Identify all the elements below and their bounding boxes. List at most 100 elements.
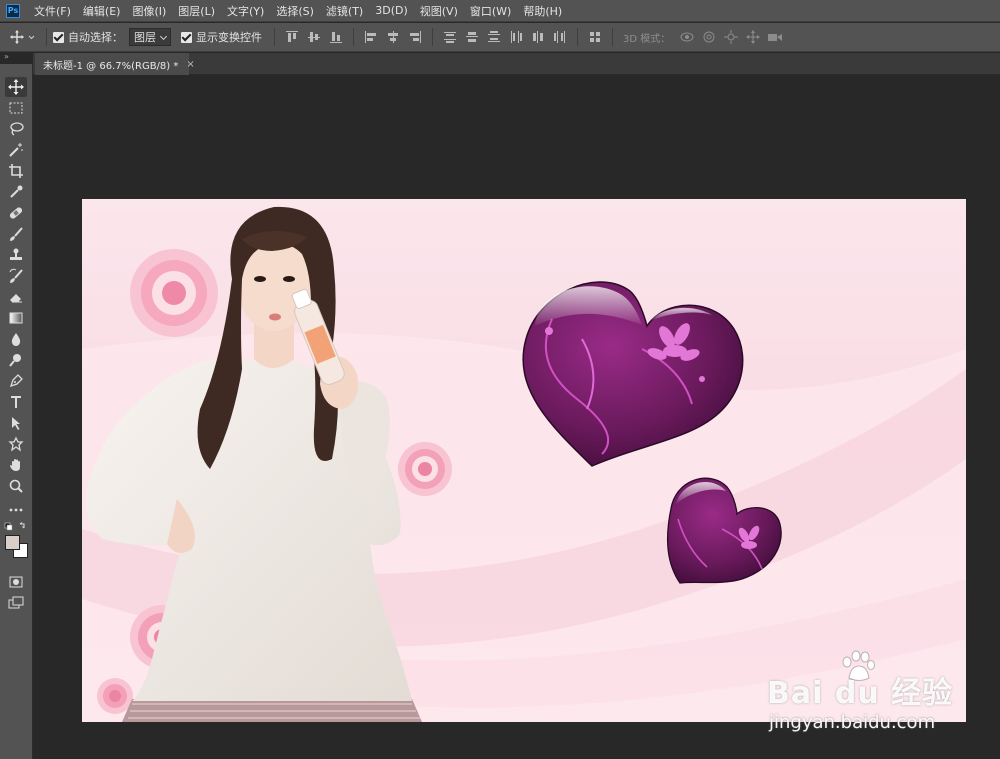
separator [612,28,613,46]
healing-brush-tool-button[interactable] [5,203,27,223]
watermark-url: jingyan.baidu.com [769,712,936,733]
distribute-top-icon [444,32,456,43]
align-left-edges-button[interactable] [362,28,380,46]
menu-filter[interactable]: 滤镜(T) [326,3,363,19]
magnifier-icon [9,479,23,493]
menu-layer[interactable]: 图层(L) [178,3,215,19]
3d-pan-icon [724,30,739,44]
align-bottom-edges-button[interactable] [327,28,345,46]
checkbox-checked-icon [53,31,64,43]
distribute-horizontal-centers-button[interactable] [529,28,547,46]
chevron-down-icon [159,32,168,41]
3d-slide-icon [746,30,761,44]
more-dots-icon [9,508,23,512]
hand-icon [10,459,20,471]
distribute-vertical-centers-button[interactable] [463,28,481,46]
checkbox-checked-icon [181,31,192,43]
menu-type[interactable]: 文字(Y) [227,3,264,19]
move-tool-button[interactable] [5,77,27,97]
history-brush-tool-button[interactable] [5,266,27,286]
menu-help[interactable]: 帮助(H) [523,3,562,19]
blur-tool-button[interactable] [5,329,27,349]
edit-toolbar-button[interactable] [5,500,27,520]
auto-select-target-value: 图层 [134,31,156,44]
toolbar-collapse-grip[interactable]: » [0,53,33,63]
distribute-left-icon [511,31,522,43]
hand-tool-button[interactable] [5,455,27,475]
video-camera-icon [768,34,783,41]
custom-shape-icon [8,436,24,452]
align-right-edges-button[interactable] [406,28,424,46]
menu-file[interactable]: 文件(F) [34,3,71,19]
menu-3d[interactable]: 3D(D) [375,4,408,17]
distribute-left-edges-button[interactable] [507,28,525,46]
separator [577,28,578,46]
menu-select[interactable]: 选择(S) [276,3,314,19]
align-top-edges-button[interactable] [283,28,301,46]
distribute-right-edges-button[interactable] [551,28,569,46]
document-tab-bar: 未标题-1 @ 66.7%(RGB/8) * × [33,53,1000,75]
align-horizontal-centers-button[interactable] [384,28,402,46]
3d-orbit-button[interactable] [678,28,696,46]
show-transform-controls-checkbox[interactable]: 显示变换控件 [181,29,262,45]
eyedropper-tool-button[interactable] [5,182,27,202]
marquee-tool-button[interactable] [5,98,27,118]
align-top-icon [286,31,298,42]
tool-preset-picker[interactable] [6,26,40,48]
auto-align-layers-button[interactable] [586,28,604,46]
menu-window[interactable]: 窗口(W) [470,3,511,19]
auto-select-checkbox[interactable]: 自动选择： [53,29,123,45]
stamp-icon [10,248,22,260]
gradient-tool-button[interactable] [5,308,27,328]
magic-wand-tool-button[interactable] [5,140,27,160]
align-right-icon [410,31,421,43]
arrow-cursor-icon [12,417,20,430]
zoom-tool-button[interactable] [5,476,27,496]
3d-pan-button[interactable] [722,28,740,46]
eraser-tool-button[interactable] [5,287,27,307]
brush-tool-button[interactable] [5,224,27,244]
align-vertical-centers-button[interactable] [305,28,323,46]
lasso-tool-button[interactable] [5,119,27,139]
3d-roll-icon [703,31,715,43]
default-colors-icon[interactable] [4,522,28,532]
tools-panel [0,64,33,759]
band-aid-icon [9,207,23,219]
document-canvas[interactable] [82,199,966,722]
distribute-bottom-edges-button[interactable] [485,28,503,46]
menu-image[interactable]: 图像(I) [132,3,166,19]
clone-stamp-tool-button[interactable] [5,245,27,265]
move-icon [8,79,24,95]
close-icon[interactable]: × [186,59,194,70]
rectangular-marquee-icon [9,102,23,114]
crop-tool-button[interactable] [5,161,27,181]
path-selection-tool-button[interactable] [5,413,27,433]
foreground-color-swatch[interactable] [5,535,20,550]
crop-icon [9,164,23,178]
menu-view[interactable]: 视图(V) [420,3,458,19]
shape-tool-button[interactable] [5,434,27,454]
type-tool-button[interactable] [5,392,27,412]
align-vcenter-icon [308,32,320,42]
auto-select-target-dropdown[interactable]: 图层 [129,28,171,46]
lasso-icon [10,122,24,136]
3d-slide-button[interactable] [744,28,762,46]
eyedropper-icon [10,185,23,198]
menu-bar: Ps 文件(F) 编辑(E) 图像(I) 图层(L) 文字(Y) 选择(S) 滤… [0,0,1000,22]
dodge-tool-button[interactable] [5,350,27,370]
3d-scale-button[interactable] [766,28,784,46]
3d-mode-label: 3D 模式： [623,33,671,45]
distribute-top-edges-button[interactable] [441,28,459,46]
magic-wand-icon [9,143,23,157]
separator [353,28,354,46]
3d-roll-button[interactable] [700,28,718,46]
dodge-icon [9,354,21,367]
distribute-hcenter-icon [533,31,543,43]
pen-tool-button[interactable] [5,371,27,391]
menu-edit[interactable]: 编辑(E) [83,3,121,19]
quick-mask-button[interactable] [5,572,27,592]
align-left-icon [365,31,376,43]
eraser-icon [10,294,22,303]
document-tab[interactable]: 未标题-1 @ 66.7%(RGB/8) * × [35,53,195,75]
screen-mode-button[interactable] [5,593,27,613]
